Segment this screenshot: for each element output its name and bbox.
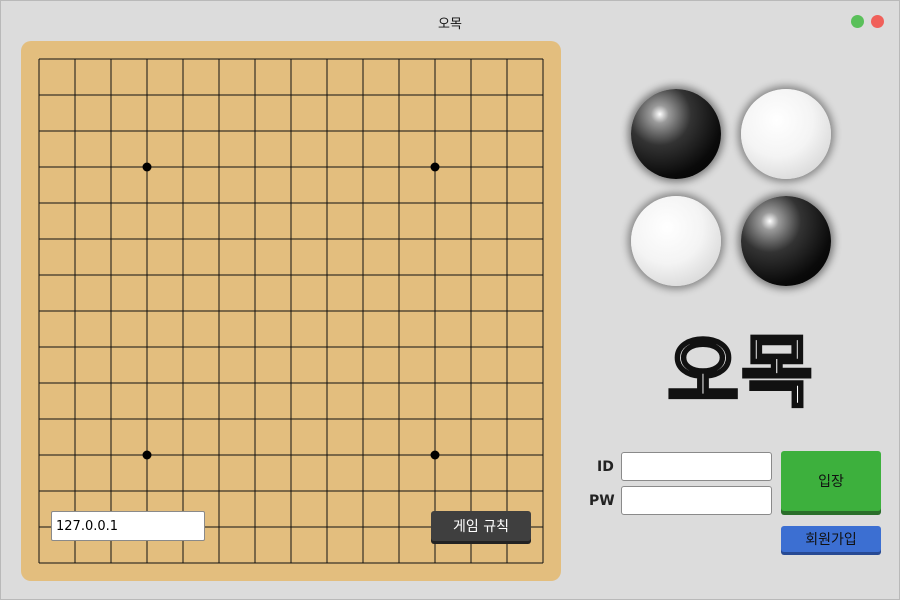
app-window: 오목 게임 규칙 오목 ID PW 입장 회원가입: [0, 0, 900, 600]
white-stone-icon: [631, 196, 721, 286]
id-field[interactable]: [621, 452, 772, 481]
signup-button[interactable]: 회원가입: [781, 526, 881, 552]
game-rules-button[interactable]: 게임 규칙: [431, 511, 531, 541]
minimize-icon[interactable]: [851, 15, 864, 28]
board-grid[interactable]: [21, 41, 561, 581]
star-point: [430, 162, 440, 172]
white-stone-icon: [741, 89, 831, 179]
id-label: ID: [597, 459, 614, 475]
window-title: 오목: [438, 17, 462, 32]
server-address-input[interactable]: [51, 511, 205, 541]
star-point: [142, 162, 152, 172]
pw-label: PW: [589, 493, 615, 509]
black-stone-icon: [631, 89, 721, 179]
password-field[interactable]: [621, 486, 772, 515]
star-point: [430, 450, 440, 460]
star-point: [142, 450, 152, 460]
game-logo: 오목: [666, 327, 815, 420]
game-board[interactable]: 게임 규칙: [21, 41, 561, 581]
black-stone-icon: [741, 196, 831, 286]
enter-button[interactable]: 입장: [781, 451, 881, 511]
close-icon[interactable]: [871, 15, 884, 28]
